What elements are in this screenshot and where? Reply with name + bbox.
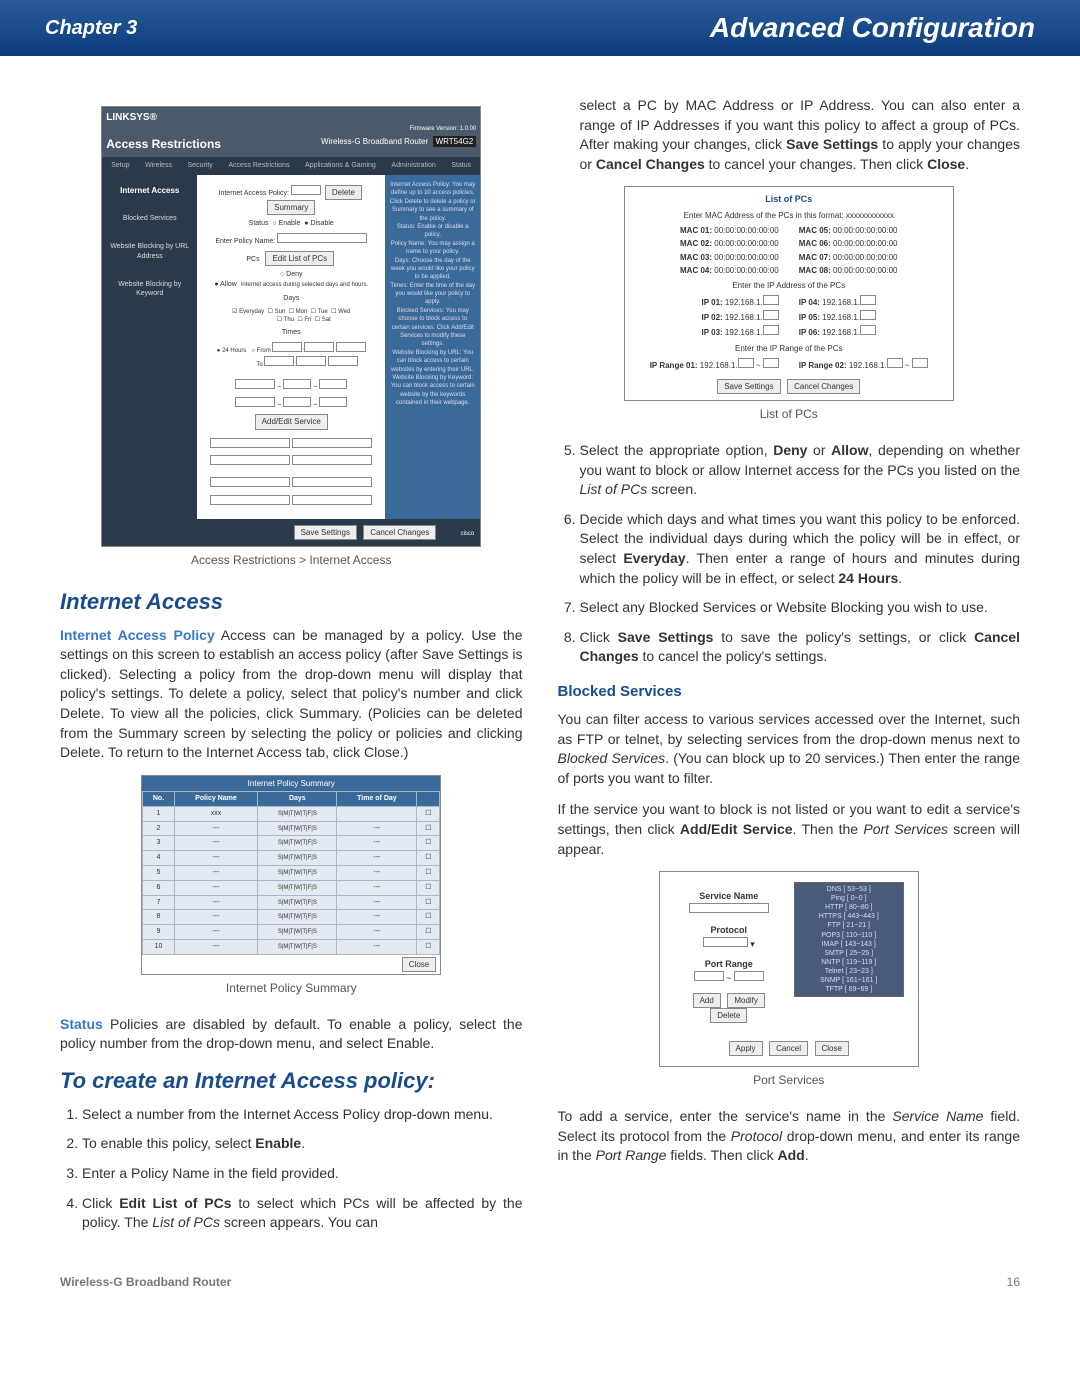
right-column: select a PC by MAC Address or IP Address…	[558, 96, 1021, 1245]
heading-blocked-services: Blocked Services	[558, 681, 1021, 702]
screenshot-policy-summary: Internet Policy Summary No.Policy NameDa…	[141, 775, 441, 975]
para-status: Status Policies are disabled by default.…	[60, 1015, 523, 1054]
heading-create-policy: To create an Internet Access policy:	[60, 1066, 523, 1097]
figure-caption: List of PCs	[558, 406, 1021, 423]
figure-caption: Port Services	[558, 1072, 1021, 1089]
section-title: Access Restrictions	[106, 136, 221, 153]
delete-button[interactable]: Delete	[325, 185, 362, 200]
screenshot-list-of-pcs: List of PCs Enter MAC Address of the PCs…	[624, 186, 954, 401]
para-internet-policy: Internet Access Policy Access can be man…	[60, 626, 523, 763]
page-footer: Wireless-G Broadband Router 16	[0, 1275, 1080, 1319]
page-title: Advanced Configuration	[710, 12, 1035, 44]
figure-caption: Internet Policy Summary	[60, 980, 523, 997]
footer-product: Wireless-G Broadband Router	[60, 1275, 231, 1289]
page-number: 16	[1007, 1275, 1020, 1289]
steps-1-4: Select a number from the Internet Access…	[60, 1105, 523, 1233]
para-blocked-2: If the service you want to block is not …	[558, 800, 1021, 859]
heading-internet-access: Internet Access	[60, 587, 523, 618]
steps-5-8: Select the appropriate option, Deny or A…	[558, 441, 1021, 667]
page-header: Chapter 3 Advanced Configuration	[0, 0, 1080, 56]
tab-row: SetupWirelessSecurityAccess Restrictions…	[102, 157, 480, 175]
step-4-continued: select a PC by MAC Address or IP Address…	[558, 96, 1021, 174]
save-settings-button[interactable]: Save Settings	[294, 525, 357, 540]
left-column: LINKSYS® Firmware Version: 1.0.00 Access…	[60, 96, 523, 1245]
summary-button[interactable]: Summary	[267, 200, 315, 215]
figure-caption: Access Restrictions > Internet Access	[60, 552, 523, 569]
para-blocked-1: You can filter access to various service…	[558, 710, 1021, 788]
edit-list-button[interactable]: Edit List of PCs	[265, 251, 334, 266]
cancel-changes-button[interactable]: Cancel Changes	[363, 525, 436, 540]
screenshot-access-restrictions: LINKSYS® Firmware Version: 1.0.00 Access…	[101, 106, 481, 547]
para-add-service: To add a service, enter the service's na…	[558, 1107, 1021, 1166]
chapter-label: Chapter 3	[45, 17, 137, 40]
screenshot-port-services: Service Name Protocol ▾ Port Range ~ Add…	[659, 871, 919, 1067]
